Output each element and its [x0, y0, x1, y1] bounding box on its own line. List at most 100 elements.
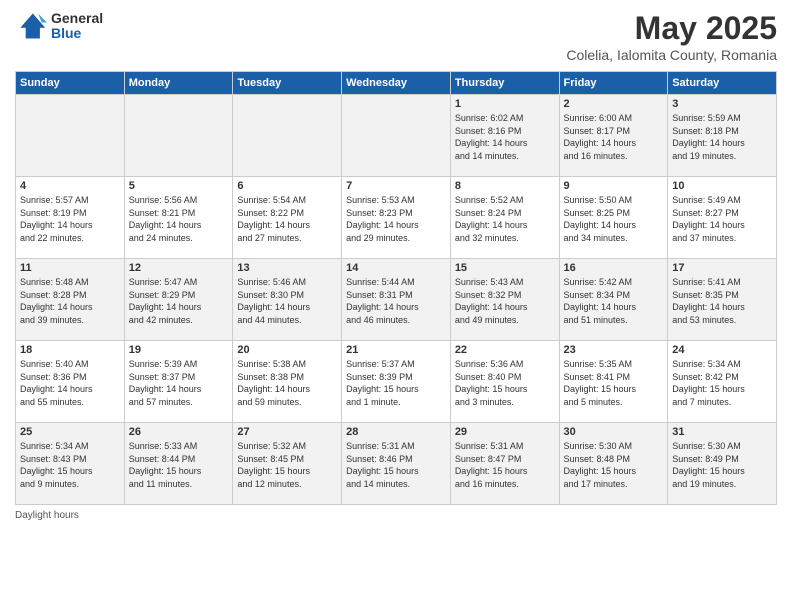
day-number: 11: [20, 262, 120, 274]
day-info: Sunrise: 6:02 AM Sunset: 8:16 PM Dayligh…: [455, 112, 555, 162]
week-row-4: 18Sunrise: 5:40 AM Sunset: 8:36 PM Dayli…: [16, 341, 777, 423]
title-block: May 2025 Colelia, Ialomita County, Roman…: [566, 10, 777, 63]
footer-text: Daylight hours: [15, 510, 79, 521]
day-info: Sunrise: 5:38 AM Sunset: 8:38 PM Dayligh…: [237, 358, 337, 408]
day-info: Sunrise: 5:35 AM Sunset: 8:41 PM Dayligh…: [564, 358, 664, 408]
day-number: 26: [129, 426, 229, 438]
day-info: Sunrise: 5:48 AM Sunset: 8:28 PM Dayligh…: [20, 276, 120, 326]
day-info: Sunrise: 5:30 AM Sunset: 8:49 PM Dayligh…: [672, 440, 772, 490]
day-cell: 12 Sunrise: 5:47 AM Sunset: 8:29 PM Dayli…: [124, 259, 233, 341]
day-number: 20: [237, 344, 337, 356]
day-number: 3: [672, 98, 772, 110]
logo-text: General Blue: [51, 11, 103, 42]
day-info: Sunrise: 5:32 AM Sunset: 8:45 PM Dayligh…: [237, 440, 337, 490]
day-info: Sunrise: 5:42 AM Sunset: 8:34 PM Dayligh…: [564, 276, 664, 326]
day-info: Sunrise: 5:59 AM Sunset: 8:18 PM Dayligh…: [672, 112, 772, 162]
col-header-friday: Friday: [559, 72, 668, 95]
day-cell: 23 Sunrise: 5:35 AM Sunset: 8:41 PM Dayli…: [559, 341, 668, 423]
day-cell: 6 Sunrise: 5:54 AM Sunset: 8:22 PM Daylig…: [233, 177, 342, 259]
col-header-tuesday: Tuesday: [233, 72, 342, 95]
day-cell: [124, 95, 233, 177]
day-cell: 16 Sunrise: 5:42 AM Sunset: 8:34 PM Dayli…: [559, 259, 668, 341]
day-number: 5: [129, 180, 229, 192]
day-cell: 5 Sunrise: 5:56 AM Sunset: 8:21 PM Daylig…: [124, 177, 233, 259]
day-info: Sunrise: 5:47 AM Sunset: 8:29 PM Dayligh…: [129, 276, 229, 326]
day-number: 6: [237, 180, 337, 192]
day-number: 2: [564, 98, 664, 110]
day-cell: 3 Sunrise: 5:59 AM Sunset: 8:18 PM Daylig…: [668, 95, 777, 177]
day-info: Sunrise: 5:44 AM Sunset: 8:31 PM Dayligh…: [346, 276, 446, 326]
day-cell: 11 Sunrise: 5:48 AM Sunset: 8:28 PM Dayli…: [16, 259, 125, 341]
calendar-table: SundayMondayTuesdayWednesdayThursdayFrid…: [15, 71, 777, 505]
day-number: 17: [672, 262, 772, 274]
day-cell: 1 Sunrise: 6:02 AM Sunset: 8:16 PM Daylig…: [450, 95, 559, 177]
day-number: 1: [455, 98, 555, 110]
logo-icon: [15, 10, 47, 42]
day-number: 13: [237, 262, 337, 274]
day-info: Sunrise: 5:52 AM Sunset: 8:24 PM Dayligh…: [455, 194, 555, 244]
header: General Blue May 2025 Colelia, Ialomita …: [15, 10, 777, 63]
day-info: Sunrise: 5:39 AM Sunset: 8:37 PM Dayligh…: [129, 358, 229, 408]
header-row: SundayMondayTuesdayWednesdayThursdayFrid…: [16, 72, 777, 95]
day-info: Sunrise: 5:56 AM Sunset: 8:21 PM Dayligh…: [129, 194, 229, 244]
week-row-1: 1 Sunrise: 6:02 AM Sunset: 8:16 PM Daylig…: [16, 95, 777, 177]
day-number: 19: [129, 344, 229, 356]
day-info: Sunrise: 5:43 AM Sunset: 8:32 PM Dayligh…: [455, 276, 555, 326]
day-number: 29: [455, 426, 555, 438]
day-number: 24: [672, 344, 772, 356]
logo: General Blue: [15, 10, 103, 42]
day-cell: 13 Sunrise: 5:46 AM Sunset: 8:30 PM Dayli…: [233, 259, 342, 341]
day-cell: 28Sunrise: 5:31 AM Sunset: 8:46 PM Dayli…: [342, 423, 451, 505]
week-row-5: 25 Sunrise: 5:34 AM Sunset: 8:43 PM Dayli…: [16, 423, 777, 505]
col-header-monday: Monday: [124, 72, 233, 95]
day-number: 7: [346, 180, 446, 192]
day-info: Sunrise: 5:46 AM Sunset: 8:30 PM Dayligh…: [237, 276, 337, 326]
footer: Daylight hours: [15, 510, 777, 521]
week-row-2: 4 Sunrise: 5:57 AM Sunset: 8:19 PM Daylig…: [16, 177, 777, 259]
day-cell: 14Sunrise: 5:44 AM Sunset: 8:31 PM Dayli…: [342, 259, 451, 341]
day-number: 18: [20, 344, 120, 356]
col-header-sunday: Sunday: [16, 72, 125, 95]
day-cell: 25 Sunrise: 5:34 AM Sunset: 8:43 PM Dayli…: [16, 423, 125, 505]
day-cell: 22 Sunrise: 5:36 AM Sunset: 8:40 PM Dayli…: [450, 341, 559, 423]
day-cell: 21 Sunrise: 5:37 AM Sunset: 8:39 PM Dayli…: [342, 341, 451, 423]
day-number: 10: [672, 180, 772, 192]
day-number: 30: [564, 426, 664, 438]
day-info: Sunrise: 5:31 AM Sunset: 8:47 PM Dayligh…: [455, 440, 555, 490]
day-cell: 30 Sunrise: 5:30 AM Sunset: 8:48 PM Dayli…: [559, 423, 668, 505]
day-number: 22: [455, 344, 555, 356]
col-header-thursday: Thursday: [450, 72, 559, 95]
day-info: Sunrise: 5:54 AM Sunset: 8:22 PM Dayligh…: [237, 194, 337, 244]
day-number: 8: [455, 180, 555, 192]
day-cell: 31Sunrise: 5:30 AM Sunset: 8:49 PM Dayli…: [668, 423, 777, 505]
day-number: 15: [455, 262, 555, 274]
logo-general-text: General: [51, 11, 103, 26]
day-info: Sunrise: 5:31 AM Sunset: 8:46 PM Dayligh…: [346, 440, 446, 490]
day-number: 23: [564, 344, 664, 356]
day-info: Sunrise: 5:57 AM Sunset: 8:19 PM Dayligh…: [20, 194, 120, 244]
day-cell: [233, 95, 342, 177]
day-info: Sunrise: 5:41 AM Sunset: 8:35 PM Dayligh…: [672, 276, 772, 326]
day-cell: 10 Sunrise: 5:49 AM Sunset: 8:27 PM Dayli…: [668, 177, 777, 259]
day-cell: 2Sunrise: 6:00 AM Sunset: 8:17 PM Daylig…: [559, 95, 668, 177]
day-cell: 29 Sunrise: 5:31 AM Sunset: 8:47 PM Dayli…: [450, 423, 559, 505]
day-number: 4: [20, 180, 120, 192]
day-cell: 4 Sunrise: 5:57 AM Sunset: 8:19 PM Daylig…: [16, 177, 125, 259]
day-info: Sunrise: 5:50 AM Sunset: 8:25 PM Dayligh…: [564, 194, 664, 244]
day-number: 27: [237, 426, 337, 438]
day-number: 12: [129, 262, 229, 274]
day-cell: 24Sunrise: 5:34 AM Sunset: 8:42 PM Dayli…: [668, 341, 777, 423]
day-info: Sunrise: 5:49 AM Sunset: 8:27 PM Dayligh…: [672, 194, 772, 244]
day-cell: 19 Sunrise: 5:39 AM Sunset: 8:37 PM Dayli…: [124, 341, 233, 423]
day-number: 25: [20, 426, 120, 438]
page: General Blue May 2025 Colelia, Ialomita …: [0, 0, 792, 612]
day-number: 21: [346, 344, 446, 356]
day-info: Sunrise: 5:37 AM Sunset: 8:39 PM Dayligh…: [346, 358, 446, 408]
day-cell: [16, 95, 125, 177]
day-cell: 15 Sunrise: 5:43 AM Sunset: 8:32 PM Dayli…: [450, 259, 559, 341]
day-info: Sunrise: 5:53 AM Sunset: 8:23 PM Dayligh…: [346, 194, 446, 244]
day-info: Sunrise: 5:30 AM Sunset: 8:48 PM Dayligh…: [564, 440, 664, 490]
day-info: Sunrise: 5:34 AM Sunset: 8:43 PM Dayligh…: [20, 440, 120, 490]
day-number: 16: [564, 262, 664, 274]
day-info: Sunrise: 5:36 AM Sunset: 8:40 PM Dayligh…: [455, 358, 555, 408]
